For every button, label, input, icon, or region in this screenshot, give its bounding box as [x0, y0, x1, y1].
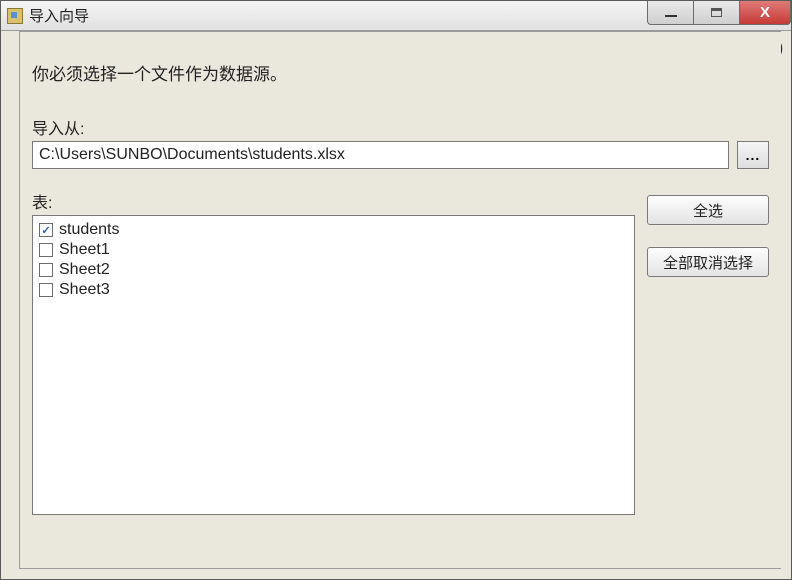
- app-icon: [7, 8, 23, 24]
- import-from-input[interactable]: [32, 141, 729, 169]
- maximize-button[interactable]: [693, 1, 739, 25]
- list-item[interactable]: Sheet2: [39, 260, 628, 280]
- list-item-label: Sheet1: [59, 241, 110, 259]
- import-from-block: 导入从: ...: [20, 85, 781, 169]
- close-icon: X: [760, 4, 770, 21]
- inner-frame: 你必须选择一个文件作为数据源。 导入从: ... 表: students: [19, 31, 781, 569]
- minimize-icon: [665, 15, 677, 17]
- window-title: 导入向导: [29, 5, 89, 26]
- checkbox-icon[interactable]: [39, 263, 53, 277]
- tables-area: 表: students Sheet1 Sheet2: [20, 189, 781, 515]
- checkbox-icon[interactable]: [39, 283, 53, 297]
- tables-label: 表:: [32, 189, 635, 213]
- list-item-label: Sheet3: [59, 281, 110, 299]
- close-button[interactable]: X: [739, 1, 791, 25]
- content-area: 步骤 2 (共 8 个) 你必须选择一个文件作为数据源。 导入从: ... 表:…: [1, 31, 791, 579]
- import-wizard-window: 导入向导 X 步骤 2 (共 8 个) 你必须选择一个文件作为数据源。 导入从:…: [0, 0, 792, 580]
- deselect-all-button[interactable]: 全部取消选择: [647, 247, 769, 277]
- window-controls: X: [647, 1, 791, 29]
- minimize-button[interactable]: [647, 1, 693, 25]
- import-from-label: 导入从:: [32, 115, 769, 139]
- maximize-icon: [711, 8, 722, 17]
- list-item[interactable]: Sheet3: [39, 280, 628, 300]
- list-item-label: Sheet2: [59, 261, 110, 279]
- list-item[interactable]: Sheet1: [39, 240, 628, 260]
- titlebar: 导入向导 X: [1, 1, 791, 31]
- list-item[interactable]: students: [39, 220, 628, 240]
- instruction-text: 你必须选择一个文件作为数据源。: [20, 32, 781, 85]
- side-buttons: 全选 全部取消选择: [647, 189, 769, 515]
- browse-button[interactable]: ...: [737, 141, 769, 169]
- checkbox-icon[interactable]: [39, 243, 53, 257]
- select-all-button[interactable]: 全选: [647, 195, 769, 225]
- list-item-label: students: [59, 221, 119, 239]
- checkbox-icon[interactable]: [39, 223, 53, 237]
- tables-listbox[interactable]: students Sheet1 Sheet2 Sheet3: [32, 215, 635, 515]
